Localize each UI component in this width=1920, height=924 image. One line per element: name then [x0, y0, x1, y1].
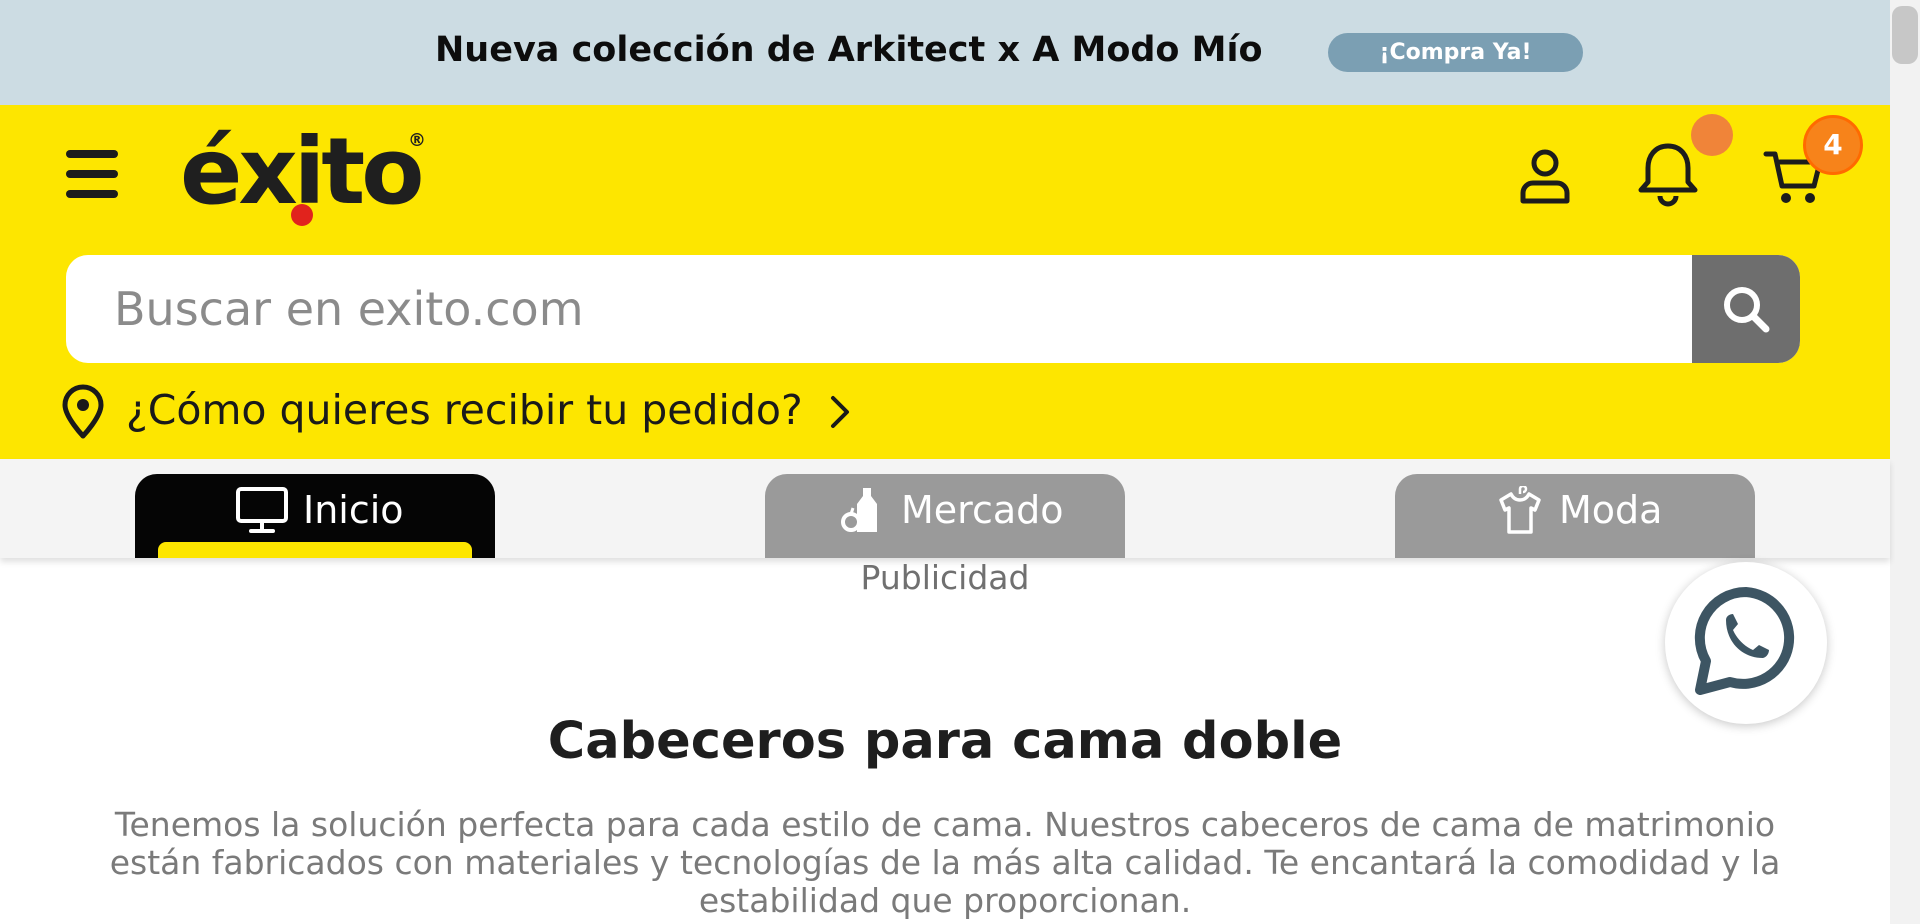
tab-moda-label: Moda — [1559, 488, 1663, 532]
search-bar — [66, 255, 1800, 363]
notification-dot — [1691, 114, 1733, 156]
promo-text: Nueva colección de Arkitect x A Modo Mío — [435, 30, 1263, 70]
whatsapp-icon — [1694, 586, 1795, 695]
registered-mark: ® — [408, 130, 426, 151]
whatsapp-button[interactable] — [1665, 562, 1827, 724]
chevron-right-icon — [831, 396, 849, 428]
tab-inicio-label: Inicio — [303, 488, 404, 532]
promo-banner: Nueva colección de Arkitect x A Modo Mío… — [0, 0, 1890, 105]
search-input[interactable] — [66, 255, 1692, 363]
scrollbar-thumb[interactable] — [1892, 6, 1918, 64]
shirt-icon — [1499, 486, 1541, 534]
section-title: Cabeceros para cama doble — [547, 712, 1343, 771]
category-tabs: Inicio Mercado Moda — [0, 459, 1890, 558]
notifications-bell-icon[interactable] — [1635, 140, 1701, 208]
tab-mercado[interactable]: Mercado — [765, 474, 1125, 558]
active-tab-indicator — [158, 542, 472, 558]
advertising-label: Publicidad — [860, 558, 1030, 597]
tab-moda[interactable]: Moda — [1395, 474, 1755, 558]
buy-now-button[interactable]: ¡Compra Ya! — [1328, 33, 1583, 72]
scrollbar[interactable] — [1890, 0, 1920, 924]
bottle-icon — [841, 488, 877, 532]
cart-count-badge: 4 — [1803, 115, 1863, 175]
delivery-prompt: ¿Cómo quieres recibir tu pedido? — [126, 386, 803, 434]
hamburger-menu-icon[interactable] — [66, 150, 118, 202]
page: Nueva colección de Arkitect x A Modo Mío… — [0, 0, 1920, 924]
search-button[interactable] — [1692, 255, 1800, 363]
search-icon — [1724, 287, 1770, 333]
location-pin-icon — [62, 384, 104, 439]
tab-inicio[interactable]: Inicio — [135, 474, 495, 558]
user-account-icon[interactable] — [1515, 145, 1575, 205]
logo-red-dot — [291, 204, 313, 226]
section-description: Tenemos la solución perfecta para cada e… — [109, 805, 1781, 920]
monitor-icon — [236, 487, 288, 533]
exito-logo[interactable]: éxito ® — [180, 118, 440, 230]
tab-mercado-label: Mercado — [901, 488, 1064, 532]
